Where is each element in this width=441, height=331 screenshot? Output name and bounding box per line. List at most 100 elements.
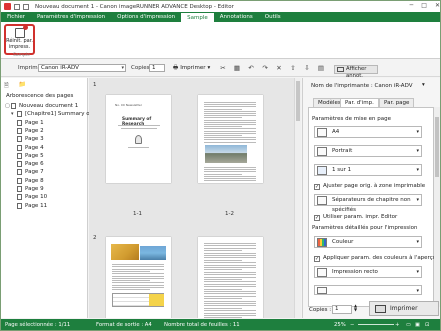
- chevron-down-icon[interactable]: ▾: [422, 82, 425, 88]
- tree-page-item[interactable]: Page 1: [17, 119, 44, 127]
- pages-per-sheet-select[interactable]: 1 sur 1 ▾: [314, 164, 422, 176]
- tree-page-item[interactable]: Page 10: [17, 193, 47, 201]
- single-page-view-icon[interactable]: ▭: [406, 319, 411, 330]
- expand-toggle-icon[interactable]: ▾: [11, 110, 16, 118]
- text-line: [204, 307, 242, 309]
- multi-page-view-icon[interactable]: ▣: [415, 319, 420, 330]
- chevron-down-icon: ▾: [121, 65, 124, 71]
- text-line: [204, 262, 256, 264]
- tab-annotations[interactable]: Annotations: [214, 12, 259, 22]
- section-number: 2: [93, 235, 97, 241]
- chevron-down-icon: ▾: [416, 239, 419, 245]
- text-line: [204, 167, 256, 168]
- print-button-label: Imprimer: [390, 305, 418, 312]
- tab-fichier[interactable]: Fichier: [1, 12, 31, 22]
- minimize-button[interactable]: ─: [410, 2, 414, 9]
- page-icon: [17, 152, 22, 159]
- tab-outils[interactable]: Outils: [259, 12, 287, 22]
- zoom-in-icon[interactable]: +: [395, 319, 399, 330]
- printer-select[interactable]: Canon iR-ADV ▾: [38, 64, 126, 72]
- undo-arrow-icon[interactable]: ↶: [247, 64, 255, 72]
- duplex-icon: [317, 268, 327, 277]
- tree-document[interactable]: ▢ Nouveau document 1: [5, 102, 78, 110]
- duplex-select[interactable]: Impression recto ▾: [314, 266, 422, 278]
- tab-options-impression[interactable]: Options d'impression: [111, 12, 181, 22]
- text-line: [204, 255, 256, 256]
- tab-parametres-impression[interactable]: Paramètres d'impression: [31, 12, 111, 22]
- tree-page-item[interactable]: Page 3: [17, 135, 44, 143]
- close-button[interactable]: ✕: [435, 2, 440, 9]
- chapter-icon[interactable]: 📁: [19, 81, 26, 91]
- print-dropdown-button[interactable]: 🖶 Imprimer ▾: [173, 64, 210, 72]
- copies-stepper[interactable]: ▲ ▼: [354, 304, 357, 312]
- tab-sample[interactable]: Sample: [181, 12, 214, 22]
- printer-name-label: Nom de l'imprimante : Canon iR-ADV: [311, 83, 413, 89]
- chevron-down-icon: ▾: [416, 167, 419, 173]
- text-line: [204, 310, 256, 312]
- adjust-print-area-checkbox[interactable]: ✓ Ajuster page orig. à zone imprimable: [314, 183, 425, 190]
- text-line: [112, 268, 164, 270]
- annotation-icon: [337, 67, 344, 72]
- tree-page-item[interactable]: Page 2: [17, 127, 44, 135]
- text-line: [204, 283, 256, 285]
- save-icon[interactable]: [14, 3, 20, 10]
- fit-page-icon[interactable]: ⊡: [425, 319, 429, 330]
- maximize-button[interactable]: □: [421, 2, 427, 9]
- layout-heading: Paramètres de mise en page: [312, 116, 391, 122]
- text-line: [204, 121, 256, 123]
- use-editor-params-checkbox[interactable]: ✓ Utiliser param. impr. Editor: [314, 214, 397, 221]
- tree-page-item[interactable]: Page 7: [17, 168, 44, 176]
- print-button[interactable]: Imprimer: [369, 301, 439, 316]
- zoom-out-icon[interactable]: −: [350, 319, 354, 330]
- text-line: [204, 315, 256, 316]
- page-thumbnail-2[interactable]: [198, 95, 263, 183]
- copies-input[interactable]: 1: [149, 64, 165, 72]
- redo-arrow-icon[interactable]: ↷: [261, 64, 269, 72]
- page-icon: [11, 103, 16, 109]
- move-up-icon[interactable]: ⇧: [289, 64, 297, 72]
- orientation-select[interactable]: Portrait ▾: [314, 145, 422, 157]
- tree-page-item[interactable]: Page 11: [17, 202, 47, 210]
- text-line: [204, 113, 256, 114]
- tree-page-item[interactable]: Page 9: [17, 185, 44, 193]
- finishing-select[interactable]: ▾: [314, 285, 422, 295]
- preview-scrollbar[interactable]: [294, 78, 301, 318]
- page-preview-area[interactable]: 1 2 No. 00 Newsletter Summary of Researc…: [89, 78, 301, 318]
- page-thumbnail-4[interactable]: [198, 237, 263, 318]
- page-icon: [17, 177, 22, 184]
- grid-icon[interactable]: ▦: [233, 64, 241, 72]
- chevron-down-icon: ▾: [416, 288, 419, 294]
- undo-icon[interactable]: [23, 3, 29, 10]
- cut-icon[interactable]: ✂: [219, 64, 227, 72]
- page1-header: No. 00 Newsletter: [115, 103, 142, 107]
- tree-page-item[interactable]: Page 6: [17, 160, 44, 168]
- color-mode-select[interactable]: Couleur ▾: [314, 236, 422, 248]
- page-thumbnail-1[interactable]: No. 00 Newsletter Summary of Research: [106, 95, 171, 183]
- expand-toggle-icon[interactable]: ▢: [5, 102, 10, 110]
- tree-page-item[interactable]: Page 4: [17, 144, 44, 152]
- tree-page-item[interactable]: Page 5: [17, 152, 44, 160]
- paper-size-select[interactable]: A4 ▾: [314, 126, 422, 138]
- document-settings-icon[interactable]: 🗎: [4, 81, 9, 91]
- settings-scrollbar[interactable]: [434, 107, 440, 307]
- text-line: [204, 135, 242, 136]
- delete-icon[interactable]: ✕: [275, 64, 283, 72]
- pages-per-sheet-value: 1 sur 1: [332, 167, 352, 173]
- page-view-icon[interactable]: ▤: [317, 64, 325, 72]
- tree-chapter[interactable]: ▾ [Chapitre1] Summary o: [11, 110, 90, 118]
- move-down-icon[interactable]: ⇩: [303, 64, 311, 72]
- tree-toolbar: 🗎 📁: [4, 81, 26, 91]
- text-line: [204, 119, 256, 121]
- text-line: [204, 317, 242, 318]
- apply-color-params-checkbox[interactable]: ✓ Appliquer param. des couleurs à l'aper…: [314, 255, 436, 262]
- page-icon: [17, 119, 22, 126]
- copies-value: 1: [152, 65, 156, 71]
- show-annotations-button[interactable]: Afficher annot.: [334, 65, 378, 79]
- page-thumbnail-3[interactable]: [106, 237, 171, 318]
- window-title: Nouveau document 1 - Canon imageRUNNER A…: [35, 3, 234, 10]
- chapter-separator-select[interactable]: Séparateurs de chapitre non spécifiés ▾: [314, 194, 422, 213]
- zoom-slider[interactable]: [358, 324, 394, 325]
- copies-bottom-input[interactable]: 1: [332, 305, 352, 314]
- reset-print-settings-button[interactable]: Réinit. par. impress.: [4, 24, 35, 55]
- tree-page-item[interactable]: Page 8: [17, 177, 44, 185]
